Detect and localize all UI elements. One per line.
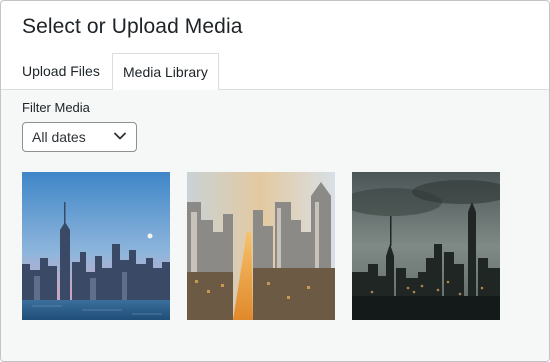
- date-filter-value: All dates: [32, 129, 86, 145]
- filter-media-label: Filter Media: [22, 100, 90, 115]
- tab-media-library[interactable]: Media Library: [112, 53, 219, 90]
- media-thumbnail[interactable]: [22, 172, 170, 320]
- date-filter-select[interactable]: All dates: [22, 122, 137, 152]
- media-thumbnail[interactable]: [352, 172, 500, 320]
- skyline-dusk-image: [22, 172, 170, 320]
- tab-bar: Upload Files Media Library: [1, 53, 549, 90]
- tab-upload-files[interactable]: Upload Files: [22, 53, 100, 89]
- media-library-panel: Filter Media All dates: [1, 90, 549, 361]
- media-modal: Select or Upload Media Upload Files Medi…: [0, 0, 550, 362]
- city-avenue-sunset-image: [187, 172, 335, 320]
- media-thumbnail[interactable]: [187, 172, 335, 320]
- skyline-cloudy-image: [352, 172, 500, 320]
- chevron-down-icon: [114, 132, 126, 140]
- modal-title: Select or Upload Media: [22, 15, 243, 38]
